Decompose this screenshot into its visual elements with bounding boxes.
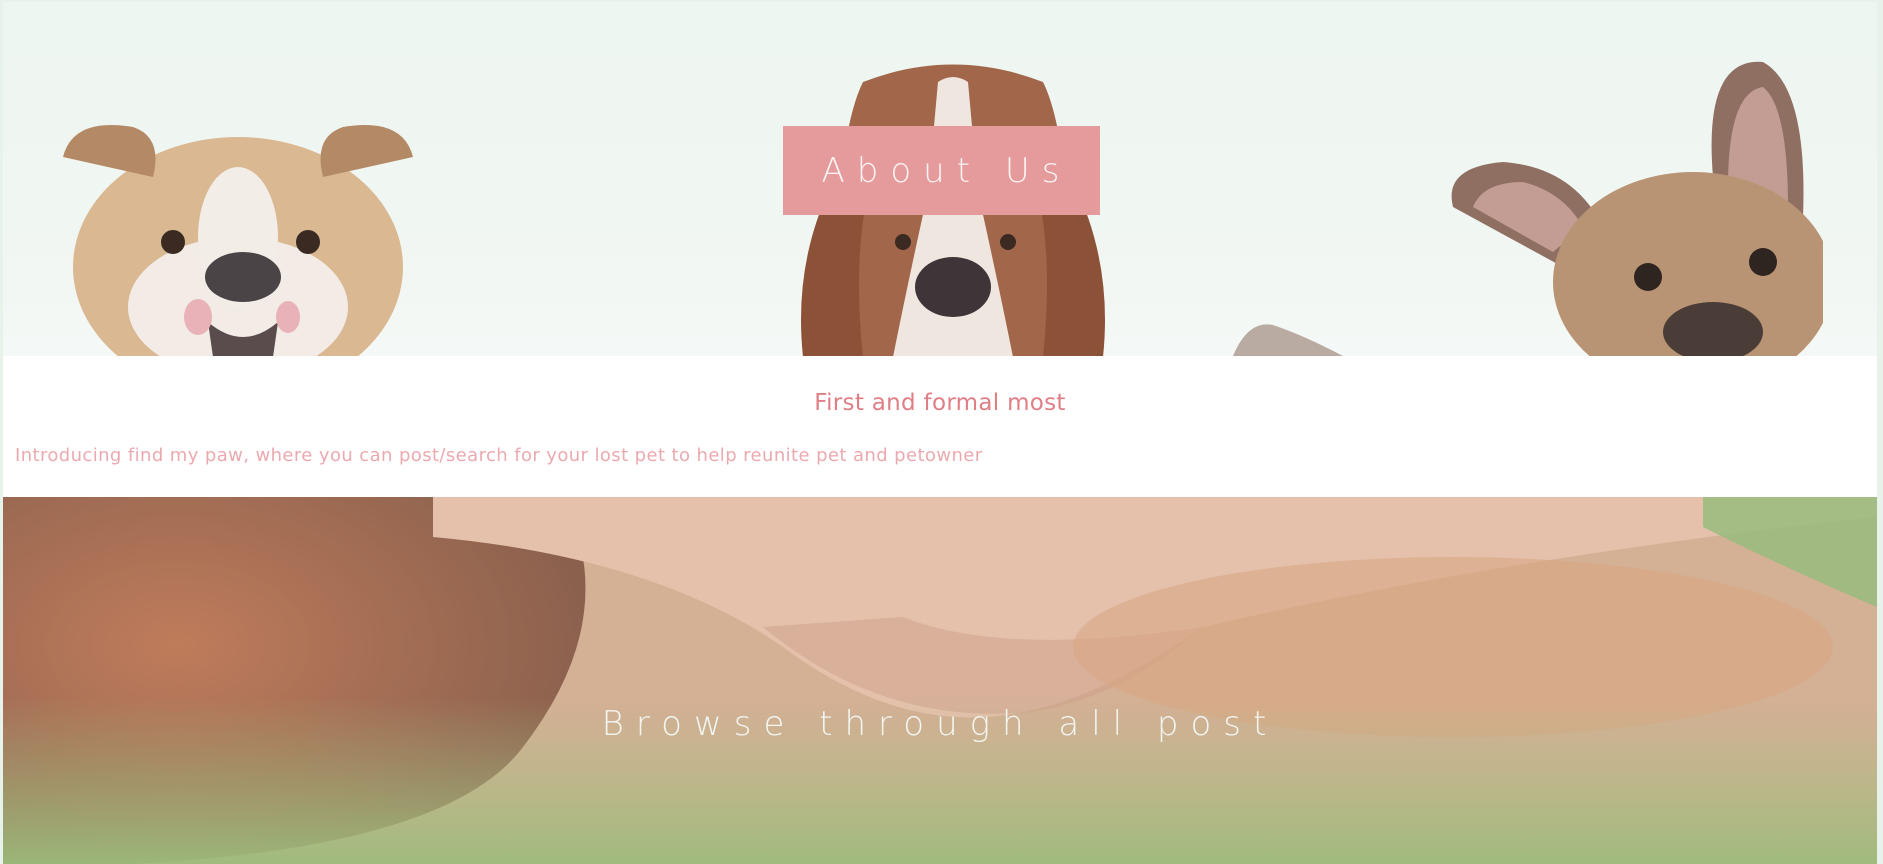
page: About Us First and formal most Introduci…	[0, 0, 1883, 864]
intro-section: First and formal most Introducing find m…	[3, 356, 1877, 497]
browse-section: Browse through all post	[3, 497, 1877, 864]
browse-all-posts-link[interactable]: Browse through all post	[3, 704, 1877, 744]
page-frame: About Us First and formal most Introduci…	[3, 2, 1877, 864]
about-us-badge[interactable]: About Us	[783, 126, 1100, 215]
peeking-dog-ear-image	[1233, 320, 1343, 356]
french-bulldog-image	[1443, 57, 1823, 356]
intro-heading: First and formal most	[814, 390, 1066, 416]
hero-banner: About Us	[3, 2, 1877, 356]
dog-and-hand-photo	[3, 497, 1877, 864]
bulldog-image	[43, 117, 433, 356]
intro-description: Introducing find my paw, where you can p…	[15, 445, 983, 466]
